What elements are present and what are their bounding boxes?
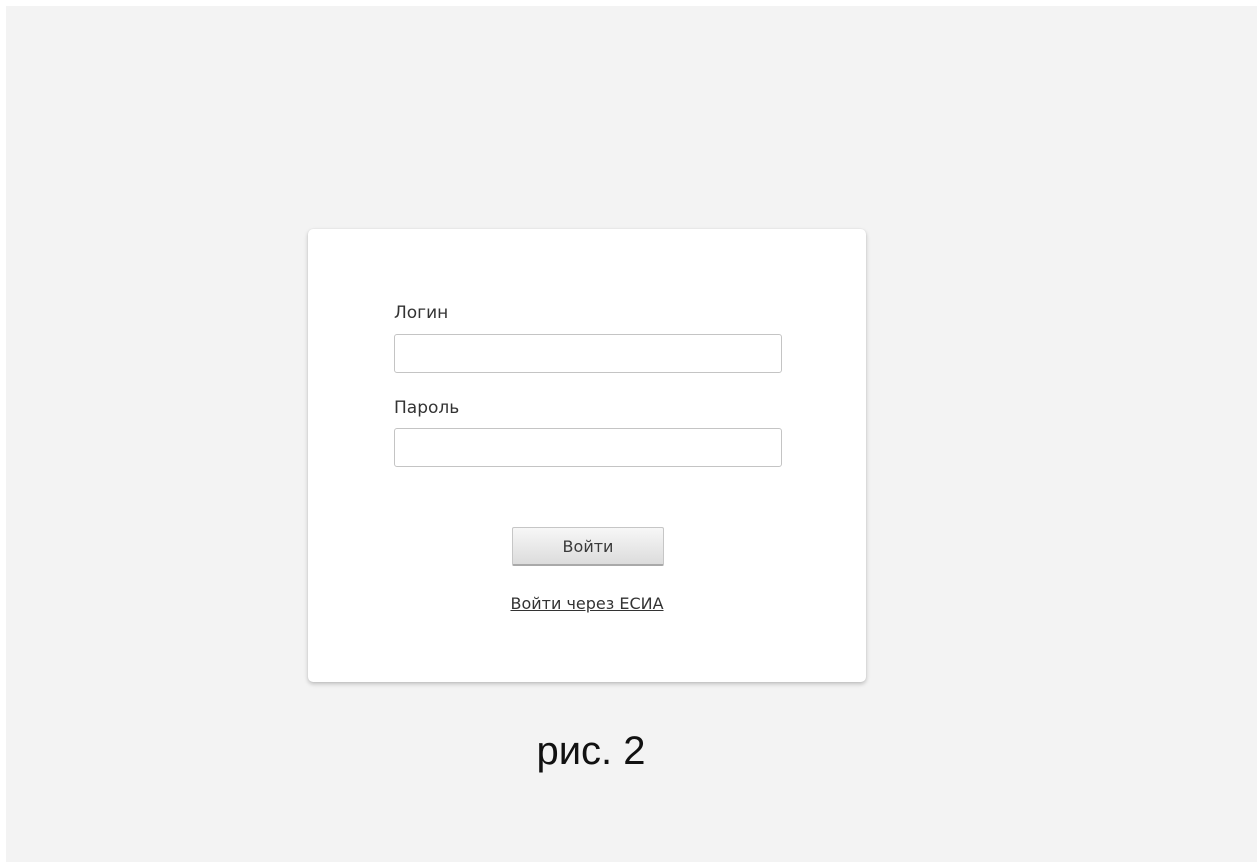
figure-caption: рис. 2	[536, 729, 646, 773]
esia-login-link[interactable]: Войти через ЕСИА	[510, 594, 663, 613]
login-button[interactable]: Войти	[512, 527, 664, 566]
password-label: Пароль	[394, 398, 460, 418]
login-input[interactable]	[394, 334, 782, 373]
password-input[interactable]	[394, 428, 782, 467]
esia-link-container: Войти через ЕСИА	[308, 594, 866, 614]
login-card: Логин Пароль Войти Войти через ЕСИА	[308, 229, 866, 682]
login-label: Логин	[394, 303, 449, 323]
page-background: Логин Пароль Войти Войти через ЕСИА рис.…	[6, 6, 1257, 862]
